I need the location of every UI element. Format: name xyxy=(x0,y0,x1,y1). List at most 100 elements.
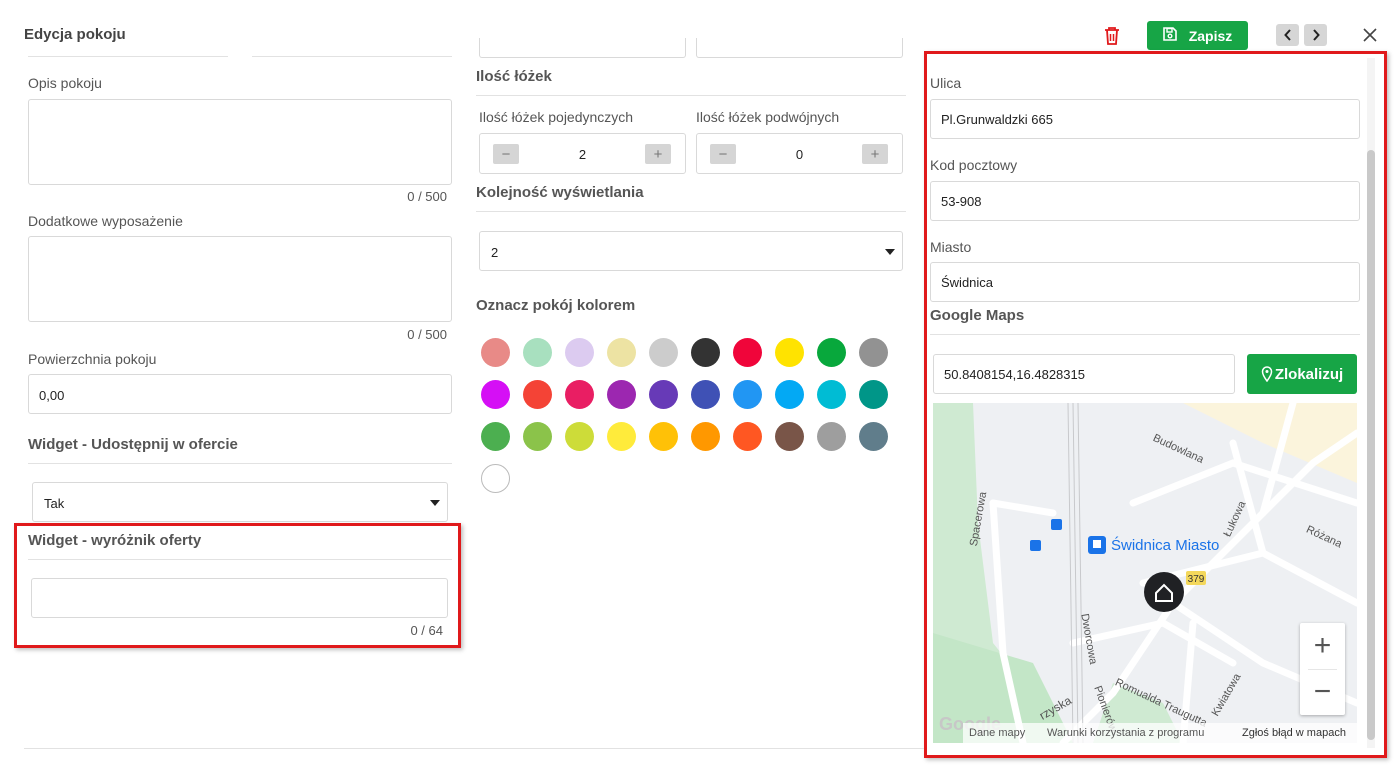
color-swatch[interactable] xyxy=(691,380,720,409)
widget-highlight-input[interactable] xyxy=(31,578,448,618)
save-label: Zapisz xyxy=(1188,27,1233,44)
color-swatch[interactable] xyxy=(565,422,594,451)
scrolled-field-edge-1 xyxy=(28,56,228,57)
color-swatch[interactable] xyxy=(733,422,762,451)
street-value: Pl.Grunwaldzki 665 xyxy=(941,112,1053,127)
widget-highlight-divider xyxy=(28,559,452,560)
map-pin-icon xyxy=(1261,366,1273,382)
order-heading: Kolejność wyświetlania xyxy=(476,184,644,201)
color-swatch[interactable] xyxy=(775,338,804,367)
equipment-counter: 0 / 500 xyxy=(407,327,447,342)
zoom-out-button[interactable]: − xyxy=(1300,669,1345,715)
street-input[interactable]: Pl.Grunwaldzki 665 xyxy=(930,99,1360,139)
area-value: 0,00 xyxy=(39,388,65,403)
color-swatch[interactable] xyxy=(523,422,552,451)
widget-share-select[interactable]: Tak xyxy=(32,482,448,522)
widget-highlight-counter: 0 / 64 xyxy=(410,623,443,638)
widget-share-value: Tak xyxy=(44,496,65,511)
color-heading: Oznacz pokój kolorem xyxy=(476,297,636,314)
locate-label: Zlokalizuj xyxy=(1274,365,1344,383)
postal-value: 53-908 xyxy=(941,194,982,209)
color-swatch[interactable] xyxy=(523,338,552,367)
color-swatch[interactable] xyxy=(859,338,888,367)
map-station-label[interactable]: Świdnica Miasto xyxy=(1111,537,1219,554)
zoom-in-button[interactable]: + xyxy=(1300,623,1345,669)
coords-input[interactable]: 50.8408154,16.4828315 xyxy=(933,354,1235,394)
description-textarea[interactable] xyxy=(28,99,452,185)
postal-input[interactable]: 53-908 xyxy=(930,181,1360,221)
scrolled-field-edge-3 xyxy=(479,38,686,58)
color-swatch[interactable] xyxy=(481,464,510,493)
street-label: Ulica xyxy=(930,75,962,91)
caret-down-icon xyxy=(430,500,440,506)
map-zoom-controls: + − xyxy=(1300,623,1345,715)
color-swatch[interactable] xyxy=(649,380,678,409)
color-swatch[interactable] xyxy=(733,380,762,409)
beds-divider xyxy=(476,95,906,96)
color-swatch[interactable] xyxy=(691,338,720,367)
color-swatch[interactable] xyxy=(649,422,678,451)
map-data-link[interactable]: Dane mapy xyxy=(969,727,1025,739)
color-swatch[interactable] xyxy=(607,338,636,367)
color-swatch[interactable] xyxy=(775,380,804,409)
double-beds-label: Ilość łóżek podwójnych xyxy=(696,109,840,125)
single-beds-plus-button[interactable]: + xyxy=(645,144,671,164)
color-swatch[interactable] xyxy=(481,338,510,367)
next-button[interactable] xyxy=(1304,24,1327,46)
scrolled-field-edge-4 xyxy=(696,38,903,58)
color-swatch[interactable] xyxy=(565,380,594,409)
double-beds-plus-button[interactable]: + xyxy=(862,144,888,164)
color-swatch[interactable] xyxy=(565,338,594,367)
order-select[interactable]: 2 xyxy=(479,231,903,271)
close-icon[interactable] xyxy=(1363,28,1377,42)
color-swatch[interactable] xyxy=(481,422,510,451)
widget-share-divider xyxy=(28,463,452,464)
dialog-title: Edycja pokoju xyxy=(24,26,126,43)
beds-heading: Ilość łóżek xyxy=(476,68,552,85)
color-swatch[interactable] xyxy=(481,380,510,409)
description-counter: 0 / 500 xyxy=(407,189,447,204)
color-swatch[interactable] xyxy=(817,338,846,367)
order-value: 2 xyxy=(491,245,499,260)
color-swatch[interactable] xyxy=(523,380,552,409)
color-swatch[interactable] xyxy=(607,380,636,409)
color-swatch[interactable] xyxy=(649,338,678,367)
save-icon xyxy=(1162,27,1177,44)
color-swatch[interactable] xyxy=(817,380,846,409)
color-swatch[interactable] xyxy=(691,422,720,451)
description-label: Opis pokoju xyxy=(28,75,102,91)
coords-value: 50.8408154,16.4828315 xyxy=(944,367,1085,382)
color-swatch[interactable] xyxy=(733,338,762,367)
equipment-textarea[interactable] xyxy=(28,236,452,322)
svg-text:379: 379 xyxy=(1188,574,1205,585)
equipment-label: Dodatkowe wyposażenie xyxy=(28,213,183,229)
order-divider xyxy=(476,211,906,212)
area-input[interactable]: 0,00 xyxy=(28,374,452,414)
chevron-right-icon xyxy=(1312,29,1320,41)
postal-label: Kod pocztowy xyxy=(930,157,1018,173)
color-swatch[interactable] xyxy=(817,422,846,451)
maps-heading: Google Maps xyxy=(930,307,1025,324)
save-button[interactable]: Zapisz xyxy=(1147,21,1248,50)
right-scrollbar-thumb[interactable] xyxy=(1367,150,1375,740)
prev-button[interactable] xyxy=(1276,24,1299,46)
color-swatch[interactable] xyxy=(607,422,636,451)
city-value: Świdnica xyxy=(941,275,994,290)
maps-divider xyxy=(930,334,1360,335)
map-terms-link[interactable]: Warunki korzystania z programu xyxy=(1047,727,1204,739)
city-label: Miasto xyxy=(930,239,972,255)
google-map[interactable]: 379 Świdnica Miasto Budowlana Różana Łuk… xyxy=(933,403,1357,743)
single-beds-label: Ilość łóżek pojedynczych xyxy=(479,109,634,125)
delete-icon[interactable] xyxy=(1103,26,1121,46)
map-report-link[interactable]: Zgłoś błąd w mapach xyxy=(1242,727,1346,739)
color-swatch[interactable] xyxy=(859,422,888,451)
chevron-left-icon xyxy=(1283,29,1291,41)
widget-highlight-heading: Widget - wyróżnik oferty xyxy=(28,532,202,549)
double-beds-stepper[interactable]: − 0 + xyxy=(696,133,903,174)
color-swatch[interactable] xyxy=(859,380,888,409)
locate-button[interactable]: Zlokalizuj xyxy=(1247,354,1357,394)
widget-share-heading: Widget - Udostępnij w ofercie xyxy=(28,436,238,453)
single-beds-stepper[interactable]: − 2 + xyxy=(479,133,686,174)
color-swatch[interactable] xyxy=(775,422,804,451)
city-input[interactable]: Świdnica xyxy=(930,262,1360,302)
